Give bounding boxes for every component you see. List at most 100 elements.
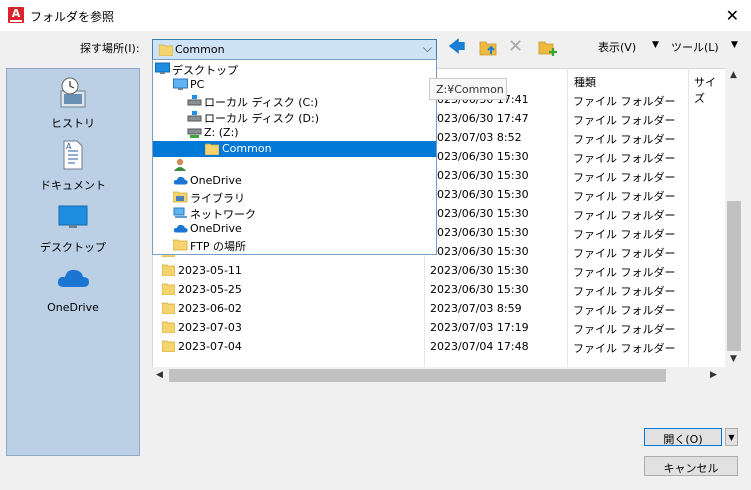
path-tooltip: Z:¥Common <box>429 78 507 100</box>
file-date: 2023/07/03 8:59 <box>430 302 522 315</box>
file-row[interactable]: 2023-05-11 2023/06/30 15:30 ファイル フォルダー <box>153 261 725 280</box>
file-row[interactable]: 2023-05-25 2023/06/30 15:30 ファイル フォルダー <box>153 280 725 299</box>
horizontal-scroll-thumb[interactable] <box>169 369 666 382</box>
scroll-left-icon[interactable]: ◀ <box>156 370 163 380</box>
file-type: ファイル フォルダー <box>573 342 676 355</box>
dropdown-item[interactable]: OneDrive <box>153 173 436 189</box>
dropdown-item[interactable]: ネットワーク <box>153 205 436 221</box>
column-header-type[interactable]: 種類 <box>574 74 596 90</box>
back-arrow-icon[interactable]: 🡄 <box>448 38 470 58</box>
title-bar: A フォルダを参照 ✕ <box>0 0 751 31</box>
view-menu[interactable]: 表示(V) <box>598 39 636 55</box>
cancel-button[interactable]: キャンセル <box>644 456 738 476</box>
dropdown-item[interactable] <box>153 157 436 173</box>
folder-icon <box>161 264 176 279</box>
horizontal-scrollbar[interactable]: ◀ ▶ <box>152 367 726 384</box>
pc-icon <box>173 78 188 94</box>
scroll-right-icon[interactable]: ▶ <box>710 370 717 380</box>
dropdown-item[interactable]: OneDrive <box>153 221 436 237</box>
delete-icon[interactable]: ✕ <box>508 38 530 58</box>
file-type: ファイル フォルダー <box>573 190 676 203</box>
tools-menu[interactable]: ツール(L) <box>671 39 719 55</box>
file-date: 2023/06/30 15:30 <box>430 150 529 163</box>
view-dropdown-arrow-icon[interactable]: ▼ <box>652 40 659 50</box>
file-type: ファイル フォルダー <box>573 304 676 317</box>
place-history[interactable]: ヒストリ <box>7 77 139 133</box>
file-name: 2023-05-11 <box>178 264 242 277</box>
file-date: 2023/07/04 17:48 <box>430 340 529 353</box>
dropdown-item[interactable]: Common <box>153 141 436 157</box>
close-icon[interactable]: ✕ <box>726 6 739 25</box>
dropdown-item[interactable]: Z: (Z:) <box>153 125 436 141</box>
dropdown-item[interactable]: PC <box>153 77 436 93</box>
dropdown-item[interactable]: FTP の場所 <box>153 237 436 253</box>
onedrive-icon <box>57 269 89 287</box>
place-onedrive[interactable]: OneDrive <box>7 265 139 321</box>
history-icon <box>60 77 86 108</box>
new-folder-icon[interactable] <box>537 38 559 58</box>
folder-icon <box>161 283 176 298</box>
folder-icon <box>159 44 173 56</box>
lookin-dropdown-list[interactable]: デスクトップ PC ローカル ディスク (C:) ローカル ディスク (D:) Z: (… <box>152 59 437 255</box>
file-type: ファイル フォルダー <box>573 152 676 165</box>
onedrive-icon <box>173 174 188 190</box>
file-date: 2023/06/30 15:30 <box>430 169 529 182</box>
file-type: ファイル フォルダー <box>573 228 676 241</box>
file-date: 2023/06/30 15:30 <box>430 207 529 220</box>
dropdown-item-label: デスクトップ <box>172 64 238 77</box>
folder-icon <box>204 142 220 158</box>
up-folder-icon[interactable] <box>478 38 500 58</box>
file-type: ファイル フォルダー <box>573 171 676 184</box>
window-title: フォルダを参照 <box>30 10 115 24</box>
app-logo-icon: A <box>8 7 24 23</box>
open-button[interactable]: 開く(O) <box>644 428 722 446</box>
file-type: ファイル フォルダー <box>573 285 676 298</box>
tools-dropdown-arrow-icon[interactable]: ▼ <box>731 40 738 50</box>
scroll-up-icon[interactable]: ▲ <box>730 70 737 80</box>
dropdown-item-label: PC <box>190 78 205 91</box>
file-row[interactable]: 2023-07-04 2023/07/04 17:48 ファイル フォルダー <box>153 337 725 356</box>
dropdown-item-label: ローカル ディスク (D:) <box>204 112 319 125</box>
dropdown-item-label: ネットワーク <box>190 208 256 221</box>
file-date: 2023/06/30 15:30 <box>430 245 529 258</box>
file-type: ファイル フォルダー <box>573 247 676 260</box>
documents-icon: A <box>63 140 83 170</box>
place-label: OneDrive <box>47 301 99 314</box>
dropdown-item[interactable]: ライブラリ <box>153 189 436 205</box>
scroll-down-icon[interactable]: ▼ <box>730 354 737 364</box>
dropdown-item[interactable]: ローカル ディスク (C:) <box>153 93 436 109</box>
dropdown-item-label: FTP の場所 <box>190 240 246 253</box>
app-logo-letter: A <box>11 7 21 20</box>
place-documents[interactable]: A ドキュメント <box>7 139 139 195</box>
network-icon <box>173 206 188 222</box>
file-type: ファイル フォルダー <box>573 209 676 222</box>
lookin-value: Common <box>175 43 225 56</box>
place-label: デスクトップ <box>40 241 106 254</box>
dropdown-item[interactable]: ローカル ディスク (D:) <box>153 109 436 125</box>
file-row[interactable]: 2023-07-03 2023/07/03 17:19 ファイル フォルダー <box>153 318 725 337</box>
lookin-combobox[interactable]: Common ⌵ <box>152 39 437 60</box>
file-date: 2023/06/30 15:30 <box>430 188 529 201</box>
file-name: 2023-07-04 <box>178 340 242 353</box>
dropdown-item-label: OneDrive <box>190 174 242 187</box>
vertical-scrollbar[interactable]: ▲ ▼ <box>725 68 743 369</box>
file-date: 2023/06/30 15:30 <box>430 226 529 239</box>
chevron-down-icon[interactable]: ⌵ <box>423 41 432 56</box>
places-bar: ヒストリ A ドキュメント デスクトップ OneDrive <box>6 68 140 456</box>
dropdown-item-label: ローカル ディスク (C:) <box>204 96 319 109</box>
user-icon <box>173 158 188 174</box>
ftp-folder-icon <box>172 238 188 254</box>
folder-icon <box>161 321 176 336</box>
onedrive-icon <box>173 222 188 238</box>
file-row[interactable]: 2023-06-02 2023/07/03 8:59 ファイル フォルダー <box>153 299 725 318</box>
place-desktop[interactable]: デスクトップ <box>7 203 139 259</box>
vertical-scroll-thumb[interactable] <box>727 201 741 351</box>
folder-icon <box>161 302 176 317</box>
dropdown-item[interactable]: デスクトップ <box>153 61 436 77</box>
file-date: 2023/07/03 17:19 <box>430 321 529 334</box>
open-options-arrow-icon[interactable]: ▼ <box>725 428 738 446</box>
file-name: 2023-07-03 <box>178 321 242 334</box>
file-date: 2023/07/03 8:52 <box>430 131 522 144</box>
dropdown-item-label: ライブラリ <box>190 192 245 205</box>
folder-icon <box>161 340 176 355</box>
